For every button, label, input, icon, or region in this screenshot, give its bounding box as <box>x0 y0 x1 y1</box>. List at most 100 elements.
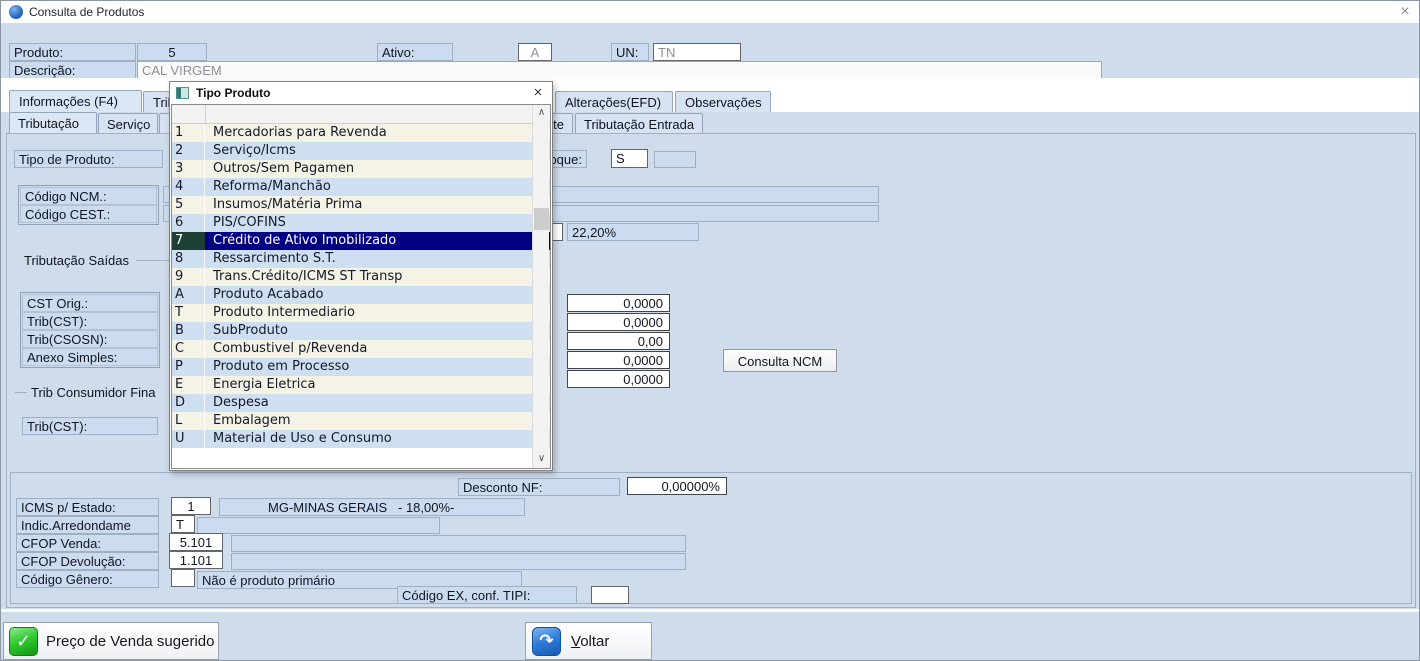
cfop-venda-label: CFOP Venda: <box>16 534 159 552</box>
preco-venda-button[interactable]: ✓ Preço de Venda sugerido <box>3 622 219 660</box>
tab-alteracoes-efd[interactable]: Alterações(EFD) <box>555 91 673 112</box>
tipo-produto-grid-header <box>172 105 550 124</box>
codigo-ex-tipi-value[interactable] <box>591 586 629 604</box>
tipo-produto-row[interactable]: 2Serviço/Icms <box>172 142 550 160</box>
row-code: U <box>172 430 205 448</box>
row-code: P <box>172 358 205 376</box>
tipo-produto-row[interactable]: CCombustivel p/Revenda <box>172 340 550 358</box>
ativo-value[interactable]: A <box>518 43 552 61</box>
tipo-produto-row[interactable]: 8Ressarcimento S.T. <box>172 250 550 268</box>
tipo-produto-row[interactable]: BSubProduto <box>172 322 550 340</box>
consulta-ncm-button[interactable]: Consulta NCM <box>723 349 837 372</box>
un-value[interactable]: TN <box>653 43 741 61</box>
row-label: PIS/COFINS <box>205 214 550 232</box>
tipo-produto-grid: 1Mercadorias para Revenda2Serviço/Icms3O… <box>171 104 551 469</box>
value-box-1[interactable]: 0,0000 <box>567 294 670 312</box>
row-label: Produto Intermediario <box>205 304 550 322</box>
cfop-devolucao-value[interactable]: 1.101 <box>169 551 223 569</box>
tipo-produto-row[interactable]: DDespesa <box>172 394 550 412</box>
footer-separator <box>1 609 1420 612</box>
tab-observacoes[interactable]: Observações <box>675 91 771 112</box>
row-code: 2 <box>172 142 205 160</box>
subtab-tributacao-entrada[interactable]: Tributação Entrada <box>575 113 703 134</box>
window-title: Consulta de Produtos <box>29 5 144 19</box>
tipo-produto-row[interactable]: 1Mercadorias para Revenda <box>172 124 550 142</box>
tipo-produto-row[interactable]: 6PIS/COFINS <box>172 214 550 232</box>
row-code: 6 <box>172 214 205 232</box>
tipo-produto-row[interactable]: 7Crédito de Ativo Imobilizado <box>172 232 550 250</box>
trib-csosn-label: Trib(CSOSN): <box>22 330 158 348</box>
cfop-devolucao-desc[interactable] <box>231 553 686 570</box>
icms-estado-desc: MG-MINAS GERAIS - 18,00%- <box>219 498 525 516</box>
window-close-icon[interactable]: × <box>1395 3 1415 21</box>
produto-value[interactable]: 5 <box>137 43 207 61</box>
anexo-simples-label: Anexo Simples: <box>22 348 158 366</box>
row-code: 5 <box>172 196 205 214</box>
cfop-devolucao-label: CFOP Devolução: <box>16 552 159 570</box>
row-code: 9 <box>172 268 205 286</box>
row-code: 1 <box>172 124 205 142</box>
indic-arredondamento-value[interactable]: T <box>171 515 195 533</box>
tipo-produto-row[interactable]: UMaterial de Uso e Consumo <box>172 430 550 448</box>
codigo-genero-value[interactable] <box>171 569 195 587</box>
row-code: B <box>172 322 205 340</box>
indic-arredondamento-desc[interactable] <box>197 517 440 534</box>
tab-informacoes[interactable]: Informações (F4) <box>9 90 142 112</box>
preco-venda-button-label: Preço de Venda sugerido <box>46 633 214 650</box>
estoque-value[interactable]: S <box>611 149 648 168</box>
scroll-down-icon[interactable]: ∨ <box>533 451 550 468</box>
value-box-4[interactable]: 0,0000 <box>567 351 670 369</box>
row-code: A <box>172 286 205 304</box>
scroll-up-icon[interactable]: ∧ <box>533 105 550 122</box>
tipo-produto-row[interactable]: 4Reforma/Manchão <box>172 178 550 196</box>
tipo-produto-row[interactable]: LEmbalagem <box>172 412 550 430</box>
tipo-produto-row[interactable]: 9Trans.Crédito/ICMS ST Transp <box>172 268 550 286</box>
value-box-2[interactable]: 0,0000 <box>567 313 670 331</box>
trib-saidas-group-label: Tributação Saídas <box>21 253 132 268</box>
scrollbar-thumb[interactable] <box>534 208 549 230</box>
row-code: C <box>172 340 205 358</box>
row-code: E <box>172 376 205 394</box>
row-label: Embalagem <box>205 412 550 430</box>
codigo-cest-label: Código CEST.: <box>20 205 157 223</box>
tipo-produto-close-icon[interactable]: × <box>528 85 548 102</box>
tipo-produto-row[interactable]: 3Outros/Sem Pagamen <box>172 160 550 178</box>
subtab-tributacao[interactable]: Tributação <box>9 112 97 134</box>
row-code: D <box>172 394 205 412</box>
tipo-produto-label: Tipo de Produto: <box>14 150 163 168</box>
tipo-produto-row[interactable]: TProduto Intermediario <box>172 304 550 322</box>
trib-consumidor-group-label: Trib Consumidor Fina <box>28 385 159 400</box>
row-label: Crédito de Ativo Imobilizado <box>205 232 550 250</box>
cfop-venda-desc[interactable] <box>231 535 686 552</box>
window-titlebar <box>1 1 1420 23</box>
row-label: Material de Uso e Consumo <box>205 430 550 448</box>
value-box-3[interactable]: 0,00 <box>567 332 670 350</box>
percent-value[interactable]: 22,20% <box>567 223 699 241</box>
value-box-5[interactable]: 0,0000 <box>567 370 670 388</box>
voltar-button[interactable]: ↷ Voltar <box>525 622 652 660</box>
tipo-produto-scrollbar[interactable]: ∧ ∨ <box>532 105 549 468</box>
tipo-produto-row[interactable]: PProduto em Processo <box>172 358 550 376</box>
tipo-produto-row[interactable]: EEnergia Eletrica <box>172 376 550 394</box>
estoque-extra-field[interactable] <box>654 151 696 168</box>
codigo-ncm-label: Código NCM.: <box>20 187 157 205</box>
descricao-label: Descrição: <box>9 61 136 79</box>
produto-label: Produto: <box>9 43 136 61</box>
desconto-nf-value[interactable]: 0,00000% <box>627 477 727 495</box>
tipo-produto-row[interactable]: AProduto Acabado <box>172 286 550 304</box>
row-label: Combustivel p/Revenda <box>205 340 550 358</box>
grid-header-code-cell <box>172 105 206 123</box>
row-code: L <box>172 412 205 430</box>
trib-cst2-label: Trib(CST): <box>22 417 158 435</box>
tipo-produto-row[interactable]: 5Insumos/Matéria Prima <box>172 196 550 214</box>
codigo-genero-label: Código Gênero: <box>16 570 159 588</box>
subtab-servico[interactable]: Serviço <box>98 113 158 134</box>
row-label: Produto Acabado <box>205 286 550 304</box>
icms-estado-value[interactable]: 1 <box>171 497 211 515</box>
row-label: Despesa <box>205 394 550 412</box>
voltar-button-label: Voltar <box>571 633 609 650</box>
tipo-produto-dialog-title: Tipo Produto <box>196 86 270 100</box>
descricao-value[interactable]: CAL VIRGEM <box>137 61 1102 79</box>
app-icon <box>9 5 23 19</box>
cfop-venda-value[interactable]: 5.101 <box>169 533 223 551</box>
